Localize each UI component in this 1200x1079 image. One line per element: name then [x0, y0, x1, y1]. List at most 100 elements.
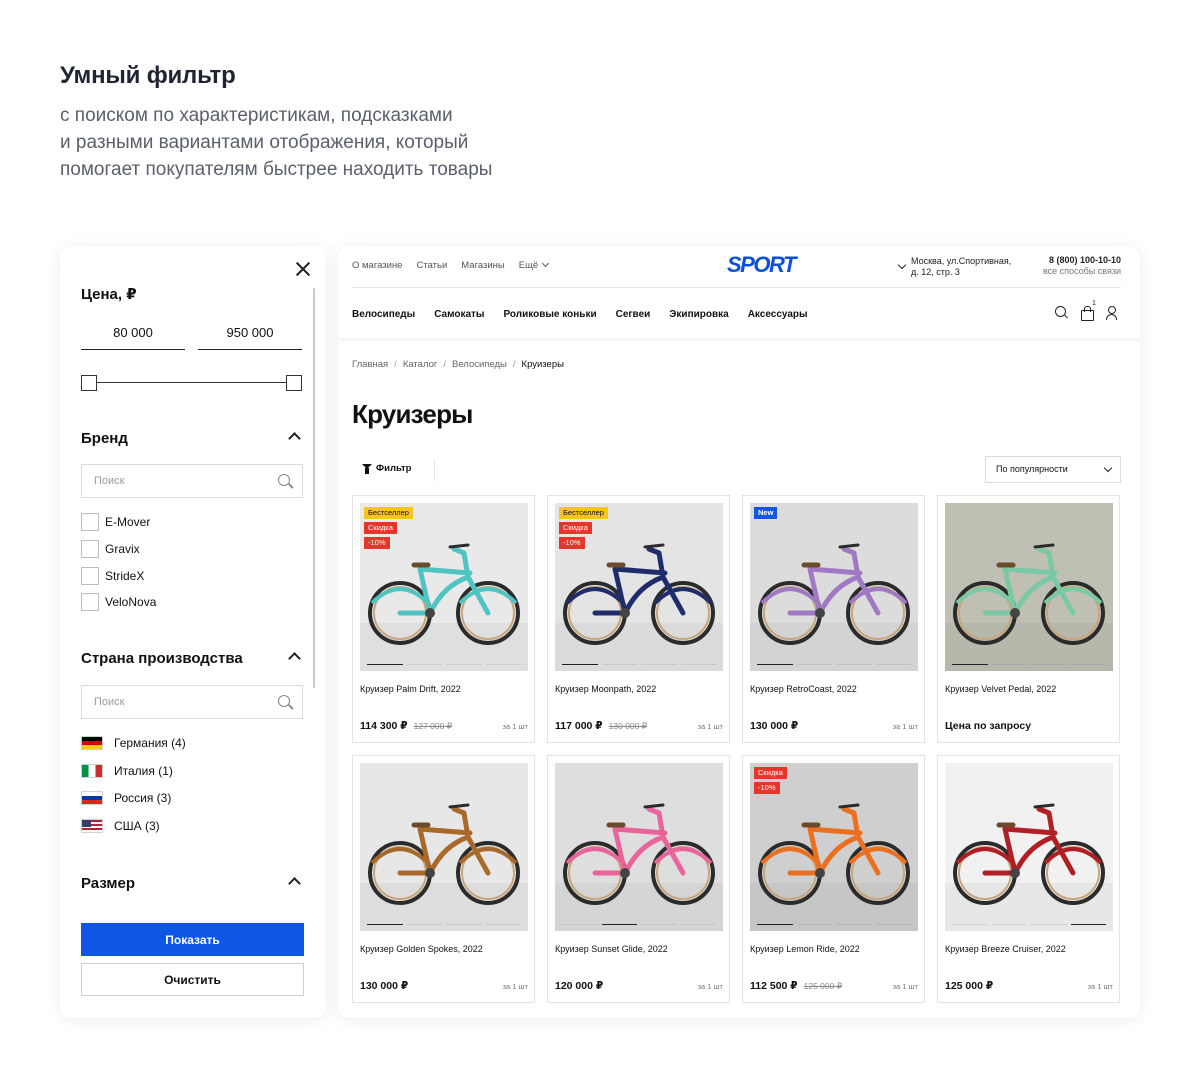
product-card[interactable]: Бестселлер Скидка -10% Круизер Palm Drift, … [352, 495, 535, 743]
gallery-dots[interactable] [952, 923, 1106, 925]
product-photo[interactable]: Бестселлер Скидка -10% [360, 503, 528, 671]
sort-select[interactable]: По популярности [985, 456, 1121, 483]
gallery-dot[interactable] [485, 663, 521, 665]
product-name[interactable]: Круизер Palm Drift, 2022 [360, 684, 461, 694]
gallery-dot[interactable] [680, 923, 716, 925]
product-photo[interactable] [555, 763, 723, 931]
category-bikes[interactable]: Велосипеды [352, 309, 415, 320]
contact-link[interactable]: все способы связи [1043, 266, 1121, 277]
category-equipment[interactable]: Экипировка [669, 309, 728, 320]
logo[interactable]: SPORT [727, 252, 796, 278]
price-min-input[interactable]: 80 000 [81, 316, 185, 350]
product-card[interactable]: New Круизер RetroCoast, 2022 130 000 ₽ за 1… [742, 495, 925, 743]
gallery-dots[interactable] [562, 923, 716, 925]
close-icon[interactable] [296, 262, 310, 276]
user-icon[interactable] [1105, 306, 1118, 320]
gallery-dot[interactable] [796, 663, 832, 665]
cart-icon[interactable]: 1 [1080, 300, 1096, 321]
gallery-dot[interactable] [562, 663, 598, 665]
gallery-dots[interactable] [367, 923, 521, 925]
gallery-dots[interactable] [757, 663, 911, 665]
show-button[interactable]: Показать [81, 923, 304, 956]
gallery-dot[interactable] [641, 663, 677, 665]
gallery-dot[interactable] [446, 663, 482, 665]
product-name[interactable]: Круизер Lemon Ride, 2022 [750, 944, 860, 954]
product-name[interactable]: Круизер Sunset Glide, 2022 [555, 944, 668, 954]
country-collapse-icon[interactable] [288, 652, 301, 665]
country-option-italy[interactable]: Италия (1) [81, 764, 173, 778]
checkbox[interactable] [81, 567, 99, 585]
gallery-dots[interactable] [952, 663, 1106, 665]
gallery-dot[interactable] [680, 663, 716, 665]
brand-option-velonova[interactable]: VeloNova [81, 593, 156, 611]
top-link-more[interactable]: Ещё [519, 259, 550, 271]
category-scooters[interactable]: Самокаты [434, 309, 484, 320]
price-slider-track[interactable] [88, 382, 294, 383]
gallery-dot[interactable] [562, 923, 598, 925]
product-name[interactable]: Круизер Golden Spokes, 2022 [360, 944, 483, 954]
product-name[interactable]: Круизер Breeze Cruiser, 2022 [945, 944, 1066, 954]
brand-option-e-mover[interactable]: E-Mover [81, 513, 150, 531]
product-photo[interactable] [945, 763, 1113, 931]
top-link-stores[interactable]: Магазины [461, 260, 504, 271]
gallery-dot[interactable] [601, 663, 637, 665]
country-option-russia[interactable]: Россия (3) [81, 791, 171, 805]
brand-collapse-icon[interactable] [288, 432, 301, 445]
product-name[interactable]: Круизер Velvet Pedal, 2022 [945, 684, 1056, 694]
gallery-dot[interactable] [1031, 663, 1067, 665]
search-icon[interactable] [278, 695, 290, 707]
contact-block[interactable]: 8 (800) 100-10-10 все способы связи [1043, 255, 1121, 277]
gallery-dot[interactable] [757, 663, 793, 665]
checkbox[interactable] [81, 540, 99, 558]
product-photo[interactable]: New [750, 503, 918, 671]
product-photo[interactable] [945, 503, 1113, 671]
chevron-down-icon[interactable] [897, 260, 907, 270]
gallery-dots[interactable] [757, 923, 911, 925]
brand-search-input[interactable] [82, 465, 262, 497]
gallery-dot[interactable] [952, 923, 988, 925]
product-card[interactable]: Круизер Golden Spokes, 2022 130 000 ₽ за 1… [352, 755, 535, 1003]
price-slider-max-handle[interactable] [286, 375, 302, 391]
breadcrumb-home[interactable]: Главная [352, 359, 388, 370]
gallery-dot[interactable] [406, 663, 442, 665]
breadcrumb-bikes[interactable]: Велосипеды [452, 359, 507, 370]
checkbox[interactable] [81, 593, 99, 611]
gallery-dots[interactable] [367, 663, 521, 665]
gallery-dot[interactable] [1031, 923, 1067, 925]
product-card[interactable]: Скидка -10% Круизер Lemon Ride, 2022 112 50… [742, 755, 925, 1003]
gallery-dot[interactable] [367, 663, 403, 665]
top-link-articles[interactable]: Статьи [416, 260, 447, 271]
gallery-dot[interactable] [875, 663, 911, 665]
product-card[interactable]: Круизер Velvet Pedal, 2022 Цена по запрос… [937, 495, 1120, 743]
gallery-dot[interactable] [1070, 663, 1106, 665]
gallery-dot[interactable] [406, 923, 442, 925]
country-option-germany[interactable]: Германия (4) [81, 736, 186, 750]
gallery-dot[interactable] [446, 923, 482, 925]
product-photo[interactable]: Бестселлер Скидка -10% [555, 503, 723, 671]
gallery-dot[interactable] [485, 923, 521, 925]
checkbox[interactable] [81, 513, 99, 531]
brand-option-stridex[interactable]: StrideX [81, 567, 144, 585]
product-name[interactable]: Круизер Moonpath, 2022 [555, 684, 656, 694]
category-roller-skates[interactable]: Роликовые коньки [503, 309, 596, 320]
search-icon[interactable] [278, 474, 290, 486]
price-max-input[interactable]: 950 000 [198, 316, 302, 350]
gallery-dot[interactable] [991, 663, 1027, 665]
gallery-dot[interactable] [1070, 923, 1106, 925]
category-accessories[interactable]: Аксессуары [748, 309, 808, 320]
product-photo[interactable] [360, 763, 528, 931]
price-slider-min-handle[interactable] [81, 375, 97, 391]
category-segways[interactable]: Сегвеи [616, 309, 651, 320]
phone-number[interactable]: 8 (800) 100-10-10 [1043, 255, 1121, 266]
gallery-dots[interactable] [562, 663, 716, 665]
product-name[interactable]: Круизер RetroCoast, 2022 [750, 684, 857, 694]
gallery-dot[interactable] [641, 923, 677, 925]
breadcrumb-catalog[interactable]: Каталог [403, 359, 438, 370]
top-link-about[interactable]: О магазине [352, 260, 402, 271]
gallery-dot[interactable] [796, 923, 832, 925]
gallery-dot[interactable] [836, 663, 872, 665]
gallery-dot[interactable] [367, 923, 403, 925]
search-icon[interactable] [1055, 306, 1068, 319]
product-photo[interactable]: Скидка -10% [750, 763, 918, 931]
filter-scrollbar[interactable] [313, 288, 315, 688]
